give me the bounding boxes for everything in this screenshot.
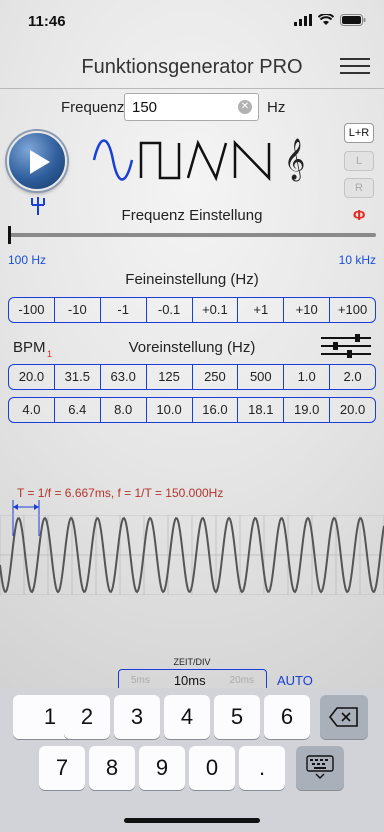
preset-button[interactable]: 10.0 — [147, 398, 193, 422]
home-indicator — [124, 818, 260, 823]
wifi-icon — [318, 14, 334, 25]
key-3[interactable]: 3 — [114, 695, 160, 739]
preset-button[interactable]: 4.0 — [9, 398, 55, 422]
sine-wave-icon[interactable] — [92, 138, 134, 182]
key-decimal[interactable]: . — [239, 746, 285, 790]
battery-icon — [340, 14, 366, 26]
frequency-label: Frequenz — [61, 99, 125, 116]
preset-button[interactable]: 16.0 — [193, 398, 239, 422]
preset-button[interactable]: 250 — [193, 365, 239, 389]
backspace-key[interactable] — [320, 695, 368, 739]
period-readout: T = 1/f = 6.667ms, f = 1/T = 150.000Hz — [17, 486, 224, 500]
mixer-icon[interactable] — [319, 333, 373, 359]
status-icons — [294, 14, 366, 26]
channel-lr-button[interactable]: L+R — [344, 123, 374, 143]
phase-icon[interactable]: Φ — [353, 207, 365, 224]
preset-button[interactable]: 500 — [238, 365, 285, 389]
dismiss-keyboard-key[interactable] — [296, 746, 344, 790]
fine-step-button[interactable]: +1 — [238, 298, 285, 322]
oscilloscope-display — [0, 515, 384, 595]
time-div-prev[interactable]: 5ms — [131, 675, 150, 686]
treble-clef-icon[interactable]: 𝄞 — [284, 138, 305, 182]
preset-button[interactable]: 20.0 — [330, 398, 375, 422]
fine-step-button[interactable]: -1 — [101, 298, 147, 322]
clear-icon[interactable]: ✕ — [238, 100, 252, 114]
square-wave-icon[interactable] — [139, 138, 181, 182]
fine-step-button[interactable]: -10 — [55, 298, 101, 322]
slider-min-label: 100 Hz — [8, 253, 47, 267]
signal-icon — [294, 14, 312, 26]
play-icon — [30, 150, 50, 174]
time-div-label: ZEIT/DIV — [173, 657, 211, 667]
key-6[interactable]: 6 — [264, 695, 310, 739]
triangle-wave-icon[interactable] — [186, 138, 228, 182]
preset-button[interactable]: 18.1 — [238, 398, 285, 422]
preset-button[interactable]: 20.0 — [9, 365, 55, 389]
status-time: 11:46 — [28, 13, 66, 30]
frequency-setting-label: Frequenz Einstellung — [121, 207, 263, 224]
play-button[interactable] — [7, 131, 67, 191]
fine-step-button[interactable]: -100 — [9, 298, 55, 322]
preset-button[interactable]: 6.4 — [55, 398, 101, 422]
fine-tuning-label: Feineinstellung (Hz) — [125, 271, 259, 288]
keyboard-dismiss-icon — [306, 755, 334, 779]
preset-button[interactable]: 125 — [147, 365, 193, 389]
fine-step-button[interactable]: +100 — [330, 298, 375, 322]
slider-max-label: 10 kHz — [338, 253, 376, 267]
key-2[interactable]: 2 — [64, 695, 110, 739]
channel-l-button[interactable]: L — [344, 151, 374, 171]
frequency-unit: Hz — [267, 99, 286, 116]
frequency-slider-thumb[interactable] — [8, 226, 11, 244]
fine-tuning-control: -100 -10 -1 -0.1 +0.1 +1 +10 +100 — [8, 297, 376, 323]
backspace-icon — [328, 707, 358, 727]
fine-step-button[interactable]: +10 — [284, 298, 331, 322]
preset-button[interactable]: 63.0 — [101, 365, 147, 389]
preset-button[interactable]: 1.0 — [284, 365, 331, 389]
preset-button[interactable]: 19.0 — [284, 398, 331, 422]
preset-row-2: 4.0 6.4 8.0 10.0 16.0 18.1 19.0 20.0 — [8, 397, 376, 423]
key-5[interactable]: 5 — [214, 695, 260, 739]
fine-step-button[interactable]: -0.1 — [147, 298, 193, 322]
key-0[interactable]: 0 — [189, 746, 235, 790]
key-4[interactable]: 4 — [164, 695, 210, 739]
auto-button[interactable]: AUTO — [277, 673, 313, 688]
key-9[interactable]: 9 — [139, 746, 185, 790]
sawtooth-wave-icon[interactable] — [233, 138, 275, 182]
numeric-keyboard: 1 2 3 4 5 6 7 8 9 0 . — [0, 688, 384, 832]
key-7[interactable]: 7 — [39, 746, 85, 790]
preset-button[interactable]: 8.0 — [101, 398, 147, 422]
menu-icon[interactable] — [340, 58, 370, 76]
fine-step-button[interactable]: +0.1 — [193, 298, 239, 322]
channel-r-button[interactable]: R — [344, 178, 374, 198]
time-div-next[interactable]: 20ms — [230, 675, 254, 686]
frequency-slider-track[interactable] — [8, 233, 376, 237]
preset-button[interactable]: 31.5 — [55, 365, 101, 389]
key-8[interactable]: 8 — [89, 746, 135, 790]
preset-row-1: 20.0 31.5 63.0 125 250 500 1.0 2.0 — [8, 364, 376, 390]
app-title: Funktionsgenerator PRO — [81, 56, 303, 78]
preset-button[interactable]: 2.0 — [330, 365, 375, 389]
nav-divider — [0, 88, 384, 89]
time-div-current[interactable]: 10ms — [174, 673, 206, 688]
